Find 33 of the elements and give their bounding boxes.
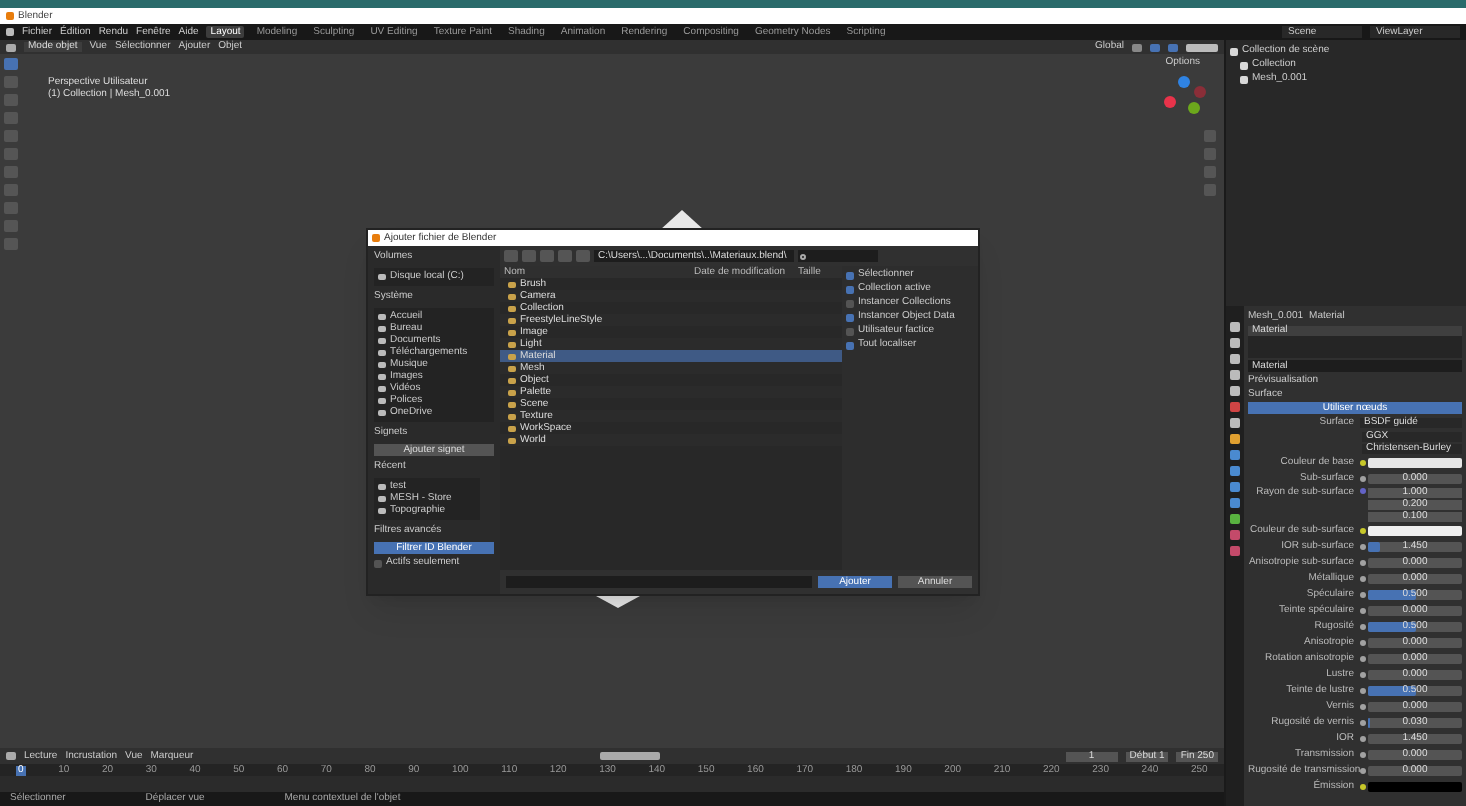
color-swatch[interactable] xyxy=(1368,526,1462,536)
socket-icon xyxy=(1360,576,1366,582)
socket-icon xyxy=(1360,720,1366,726)
socket-icon xyxy=(1360,624,1366,630)
checkbox[interactable] xyxy=(846,271,854,279)
socket-icon xyxy=(1360,592,1366,598)
checkbox[interactable] xyxy=(846,313,854,321)
checkbox[interactable] xyxy=(374,559,382,567)
socket-icon xyxy=(1360,704,1366,710)
socket-icon xyxy=(1360,544,1366,550)
navigation-gizmo-icon[interactable] xyxy=(1160,74,1208,118)
socket-icon xyxy=(1360,784,1366,790)
search-field[interactable] xyxy=(798,250,878,262)
socket-icon xyxy=(1360,688,1366,694)
socket-icon xyxy=(1360,752,1366,758)
socket-icon xyxy=(1360,460,1366,466)
checkbox[interactable] xyxy=(846,285,854,293)
checkbox[interactable] xyxy=(846,299,854,307)
socket-icon xyxy=(1360,560,1366,566)
checkbox[interactable] xyxy=(846,341,854,349)
color-swatch[interactable] xyxy=(1368,782,1462,792)
socket-icon xyxy=(1360,608,1366,614)
socket-icon xyxy=(1360,768,1366,774)
socket-icon xyxy=(1360,640,1366,646)
socket-icon xyxy=(1360,656,1366,662)
socket-icon xyxy=(1360,736,1366,742)
checkbox[interactable] xyxy=(846,327,854,335)
3d-viewport[interactable] xyxy=(0,54,1224,748)
socket-icon xyxy=(1360,672,1366,678)
blender-logo-icon[interactable] xyxy=(372,234,380,242)
socket-icon xyxy=(1360,528,1366,534)
color-swatch[interactable] xyxy=(1368,458,1462,468)
search-icon xyxy=(800,253,806,259)
